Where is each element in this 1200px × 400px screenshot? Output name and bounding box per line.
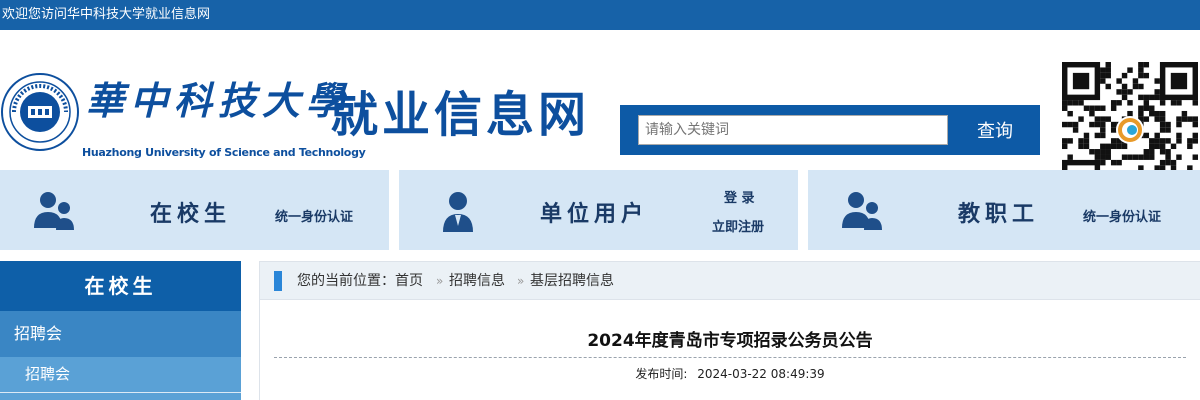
nav-student-auth-link[interactable]: 统一身份认证	[275, 206, 353, 225]
breadcrumb-home-link[interactable]: 首页	[395, 262, 423, 300]
welcome-text: 欢迎您访问华中科技大学就业信息网	[2, 7, 211, 22]
search-input[interactable]	[638, 115, 948, 145]
breadcrumb-separator: »	[517, 274, 525, 288]
users-icon	[34, 192, 74, 230]
nav-label-employer: 单位用户	[540, 202, 649, 227]
publish-label: 发布时间:	[635, 367, 688, 381]
university-chinese-name: 華中科技大學	[86, 78, 351, 123]
employer-user-icon	[443, 192, 473, 232]
university-english-name: Huazhong University of Science and Techn…	[82, 146, 366, 159]
main-content: 您的当前位置： 首页 » 招聘信息 » 基层招聘信息 2024年度青岛市专项招录…	[259, 261, 1200, 400]
publish-info: 发布时间: 2024-03-22 08:49:39	[274, 365, 1186, 382]
nav-card-student[interactable]: 在校生 统一身份认证	[0, 170, 389, 250]
breadcrumb-recruitment-link[interactable]: 招聘信息	[449, 262, 505, 300]
employer-register-link[interactable]: 立即注册	[712, 216, 764, 235]
sidebar-subitem-job-fair[interactable]: 招聘会	[0, 357, 241, 392]
breadcrumb-separator: »	[436, 274, 444, 288]
sidebar-item-job-fair[interactable]: 招聘会	[0, 311, 241, 357]
nav-staff-auth-link[interactable]: 统一身份认证	[1083, 206, 1161, 225]
nav-label-student: 在校生	[150, 202, 232, 227]
users-icon	[842, 192, 882, 230]
article-title: 2024年度青岛市专项招录公务员公告	[587, 331, 873, 351]
search-button[interactable]: 查询	[950, 115, 1040, 145]
publish-time: 2024-03-22 08:49:39	[697, 367, 825, 381]
nav-card-employer[interactable]: 单位用户 登 录 立即注册	[399, 170, 798, 250]
breadcrumb-grassroots-link[interactable]: 基层招聘信息	[530, 262, 614, 300]
title-divider	[274, 357, 1186, 358]
top-welcome-bar: 欢迎您访问华中科技大学就业信息网	[0, 0, 1200, 30]
nav-card-staff[interactable]: 教职工 统一身份认证	[808, 170, 1200, 250]
breadcrumb-prefix: 您的当前位置：	[297, 273, 395, 289]
site-header: 華中科技大學 Huazhong University of Science an…	[0, 30, 1200, 198]
search-box: 查询	[620, 105, 1040, 155]
breadcrumb: 您的当前位置： 首页 » 招聘信息 » 基层招聘信息	[260, 262, 1200, 300]
university-emblem-icon[interactable]	[0, 72, 80, 152]
sidebar-title: 在校生	[0, 261, 241, 311]
nav-label-staff: 教职工	[958, 202, 1040, 227]
sidebar-next-item	[0, 392, 241, 400]
employer-login-link[interactable]: 登 录	[724, 187, 755, 206]
site-title: 就业信息网	[330, 87, 591, 143]
breadcrumb-marker	[274, 271, 282, 291]
